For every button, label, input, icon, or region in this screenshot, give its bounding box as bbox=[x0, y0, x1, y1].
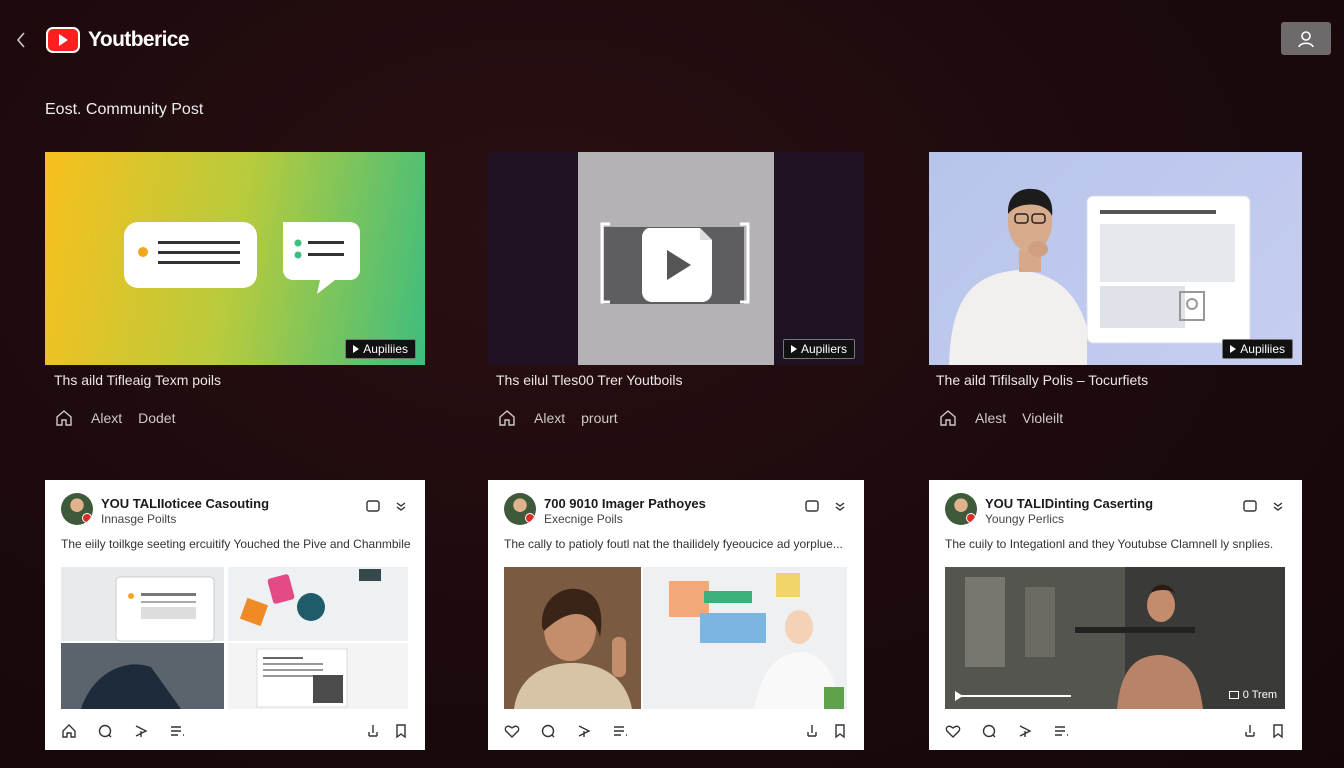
post-video-player[interactable]: 0 Trem bbox=[945, 567, 1285, 709]
app-name: Youtberice bbox=[88, 28, 190, 51]
card-meta-tag[interactable]: Dodet bbox=[138, 410, 175, 426]
post-subtitle: Innasge Poilts bbox=[101, 512, 177, 526]
post-subtitle: Execnige Poils bbox=[544, 512, 623, 526]
chevron-down-icon[interactable] bbox=[393, 498, 409, 514]
section-title: Eost. Community Post bbox=[45, 101, 204, 118]
heart-icon[interactable] bbox=[945, 723, 961, 739]
heart-icon[interactable] bbox=[504, 723, 520, 739]
home-icon[interactable] bbox=[939, 409, 957, 427]
square-icon[interactable] bbox=[365, 498, 381, 514]
back-button[interactable] bbox=[10, 28, 32, 52]
card-meta-1: Alext Dodet bbox=[55, 409, 175, 427]
account-button[interactable] bbox=[1281, 22, 1331, 55]
list-icon[interactable] bbox=[612, 723, 628, 739]
chevron-down-icon[interactable] bbox=[832, 498, 848, 514]
duration-chip: Aupiliies bbox=[345, 339, 416, 359]
card-meta-author[interactable]: Alext bbox=[91, 410, 122, 426]
share-icon[interactable] bbox=[133, 723, 149, 739]
bookmark-icon[interactable] bbox=[393, 723, 409, 739]
video-counter: 0 Trem bbox=[1228, 689, 1277, 701]
avatar[interactable] bbox=[504, 493, 536, 525]
card-meta-2: Alext prourt bbox=[498, 409, 618, 427]
community-post-3: YOU TALIDinting Caserting Youngy Perlics… bbox=[929, 480, 1302, 750]
download-icon[interactable] bbox=[804, 723, 820, 739]
duration-chip: Aupiliies bbox=[1222, 339, 1293, 359]
list-icon[interactable] bbox=[169, 723, 185, 739]
play-icon bbox=[1230, 345, 1237, 353]
square-icon[interactable] bbox=[804, 498, 820, 514]
card-meta-tag[interactable]: Violeilt bbox=[1022, 410, 1063, 426]
play-icon bbox=[790, 345, 797, 353]
download-icon[interactable] bbox=[1242, 723, 1258, 739]
avatar[interactable] bbox=[945, 493, 977, 525]
card-meta-3: Alest Violeilt bbox=[939, 409, 1063, 427]
collage-image bbox=[61, 567, 408, 709]
card-meta-author[interactable]: Alest bbox=[975, 410, 1006, 426]
post-channel-name[interactable]: 700 9010 Imager Pathoyes bbox=[544, 496, 706, 511]
video-thumbnail-2[interactable]: Aupiliers bbox=[488, 152, 864, 365]
people-photo-image bbox=[504, 567, 847, 709]
share-icon[interactable] bbox=[1017, 723, 1033, 739]
presenter-with-document-illustration bbox=[949, 188, 1251, 365]
comment-icon[interactable] bbox=[540, 723, 556, 739]
bookmark-icon[interactable] bbox=[832, 723, 848, 739]
card-title-1[interactable]: Ths aild Tifleaig Texm poils bbox=[54, 372, 221, 388]
post-text: The eiily toilkge seeting ercuitify Youc… bbox=[61, 537, 411, 551]
community-post-1: YOU TALIIoticee Casouting Innasge Poilts… bbox=[45, 480, 425, 750]
post-subtitle: Youngy Perlics bbox=[985, 512, 1064, 526]
comment-icon[interactable] bbox=[97, 723, 113, 739]
home-icon[interactable] bbox=[498, 409, 516, 427]
download-icon[interactable] bbox=[365, 723, 381, 739]
play-icon[interactable] bbox=[954, 691, 964, 701]
card-title-2[interactable]: Ths eilul Tles00 Trer Youtboils bbox=[496, 372, 683, 388]
chat-bubbles-illustration bbox=[124, 222, 360, 294]
card-title-3[interactable]: The aild Tifilsally Polis – Tocurfiets bbox=[936, 372, 1148, 388]
home-icon[interactable] bbox=[55, 409, 73, 427]
chevron-down-icon[interactable] bbox=[1270, 498, 1286, 514]
avatar[interactable] bbox=[61, 493, 93, 525]
video-thumbnail-3[interactable]: Aupiliies bbox=[929, 152, 1302, 365]
post-text: The cally to patioly foutl nat the thail… bbox=[504, 537, 843, 551]
app-logo[interactable]: Youtberice bbox=[46, 27, 190, 53]
post-image-grid[interactable] bbox=[61, 567, 408, 709]
post-text: The cuily to Integationl and they Youtub… bbox=[945, 537, 1274, 551]
video-frame-image bbox=[945, 567, 1285, 709]
square-icon[interactable] bbox=[1242, 498, 1258, 514]
bookmark-icon[interactable] bbox=[1270, 723, 1286, 739]
post-channel-name[interactable]: YOU TALIIoticee Casouting bbox=[101, 496, 269, 511]
card-meta-tag[interactable]: prourt bbox=[581, 410, 618, 426]
play-icon bbox=[353, 345, 360, 353]
youtube-logo-icon bbox=[46, 27, 80, 53]
post-channel-name[interactable]: YOU TALIDinting Caserting bbox=[985, 496, 1153, 511]
card-meta-author[interactable]: Alext bbox=[534, 410, 565, 426]
user-icon bbox=[1298, 30, 1314, 47]
clip-icon bbox=[1228, 691, 1239, 699]
share-icon[interactable] bbox=[576, 723, 592, 739]
like-icon[interactable] bbox=[61, 723, 77, 739]
video-frame-illustration bbox=[600, 222, 750, 304]
list-icon[interactable] bbox=[1053, 723, 1069, 739]
comment-icon[interactable] bbox=[981, 723, 997, 739]
community-post-2: 700 9010 Imager Pathoyes Execnige Poils … bbox=[488, 480, 864, 750]
video-thumbnail-1[interactable]: Aupiliies bbox=[45, 152, 425, 365]
duration-chip: Aupiliers bbox=[782, 339, 855, 359]
post-image-grid[interactable] bbox=[504, 567, 847, 709]
chevron-left-icon bbox=[16, 32, 25, 48]
